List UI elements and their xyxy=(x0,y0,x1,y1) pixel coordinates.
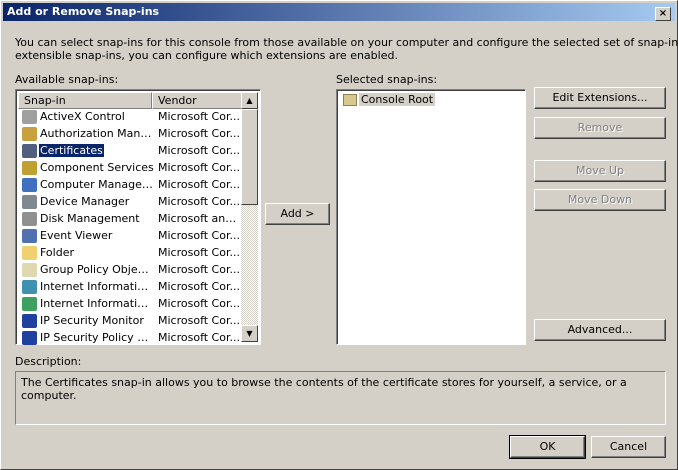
available-label: Available snap-ins: xyxy=(15,73,119,86)
snapin-name: ActiveX Control xyxy=(40,110,125,123)
snapin-vendor: Microsoft Cor... xyxy=(158,314,240,327)
cancel-button[interactable]: Cancel xyxy=(591,436,666,458)
snapin-row[interactable]: Internet Information... Microsoft Cor... xyxy=(18,279,242,296)
remove-button[interactable]: Remove xyxy=(534,117,666,139)
snapin-name: Component Services xyxy=(40,161,154,174)
advanced-button[interactable]: Advanced... xyxy=(534,319,666,341)
move-down-button[interactable]: Move Down xyxy=(534,189,666,211)
component-services-icon xyxy=(22,161,37,175)
snapin-name: Disk Management xyxy=(40,212,140,225)
move-up-button[interactable]: Move Up xyxy=(534,160,666,182)
column-header-vendor[interactable]: Vendor xyxy=(152,92,242,109)
group-policy-icon xyxy=(22,263,37,277)
authorization-icon xyxy=(22,127,37,141)
snapin-row[interactable]: Internet Information... Microsoft Cor... xyxy=(18,296,242,313)
description-box: The Certificates snap-in allows you to b… xyxy=(15,371,666,425)
scroll-up-button[interactable]: ▲ xyxy=(241,92,258,109)
intro-text-line1: You can select snap-ins for this console… xyxy=(15,36,678,49)
console-root-icon xyxy=(343,94,357,106)
snapin-vendor: Microsoft Cor... xyxy=(158,263,240,276)
snapin-vendor: Microsoft Cor... xyxy=(158,280,240,293)
title-bar: Add or Remove Snap-ins × xyxy=(3,3,675,21)
intro-text-line2: extensible snap-ins, you can configure w… xyxy=(15,49,398,62)
scrollbar[interactable]: ▲ ▼ xyxy=(241,92,258,342)
available-snapins-list[interactable]: Snap-in Vendor ActiveX Control Microsoft … xyxy=(15,89,261,345)
device-manager-icon xyxy=(22,195,37,209)
snapin-row[interactable]: Certificates Microsoft Cor... xyxy=(18,143,242,160)
snapin-name: IP Security Policy Ma... xyxy=(40,331,155,344)
snapin-name: Event Viewer xyxy=(40,229,113,242)
dialog-window: Add or Remove Snap-ins × You can select … xyxy=(0,0,678,470)
ip-security-monitor-icon xyxy=(22,314,37,328)
column-header-snapin[interactable]: Snap-in xyxy=(18,92,152,109)
activex-icon xyxy=(22,110,37,124)
snapin-vendor: Microsoft Cor... xyxy=(158,127,240,140)
snapin-row[interactable]: Component Services Microsoft Cor... xyxy=(18,160,242,177)
snapin-name: Authorization Manager xyxy=(40,127,155,140)
add-button[interactable]: Add > xyxy=(265,203,330,225)
snapin-vendor: Microsoft Cor... xyxy=(158,110,240,123)
snapin-name: IP Security Monitor xyxy=(40,314,144,327)
computer-management-icon xyxy=(22,178,37,192)
snapin-vendor: Microsoft Cor... xyxy=(158,178,240,191)
ok-button[interactable]: OK xyxy=(509,435,586,459)
description-label: Description: xyxy=(15,355,82,368)
snapin-vendor: Microsoft Cor... xyxy=(158,144,240,157)
snapin-row[interactable]: Folder Microsoft Cor... xyxy=(18,245,242,262)
event-viewer-icon xyxy=(22,229,37,243)
snapin-vendor: Microsoft Cor... xyxy=(158,161,240,174)
snapin-vendor: Microsoft Cor... xyxy=(158,229,240,242)
ip-security-policy-icon xyxy=(22,331,37,345)
dialog-title: Add or Remove Snap-ins xyxy=(7,5,160,18)
snapin-row[interactable]: ActiveX Control Microsoft Cor... xyxy=(18,109,242,126)
snapin-vendor: Microsoft Cor... xyxy=(158,195,240,208)
snapin-vendor: Microsoft Cor... xyxy=(158,331,240,344)
close-button[interactable]: × xyxy=(655,7,671,21)
snapin-name: Internet Information... xyxy=(40,280,155,293)
snapin-vendor: Microsoft Cor... xyxy=(158,297,240,310)
folder-icon xyxy=(22,246,37,260)
snapin-row[interactable]: Device Manager Microsoft Cor... xyxy=(18,194,242,211)
certificates-icon xyxy=(22,144,37,158)
snapin-row[interactable]: Group Policy Object ... Microsoft Cor... xyxy=(18,262,242,279)
snapin-name: Device Manager xyxy=(40,195,130,208)
iis-icon xyxy=(22,297,37,311)
snapin-name: Computer Managem... xyxy=(40,178,155,191)
disk-management-icon xyxy=(22,212,37,226)
scroll-thumb[interactable] xyxy=(241,109,258,205)
snapin-name: Folder xyxy=(40,246,74,259)
snapin-name: Certificates xyxy=(38,143,105,158)
snapin-name: Internet Information... xyxy=(40,297,155,310)
selected-snapins-list[interactable]: Console Root xyxy=(336,89,526,345)
scroll-down-button[interactable]: ▼ xyxy=(241,325,258,342)
edit-extensions-button[interactable]: Edit Extensions... xyxy=(534,87,666,109)
console-root-item[interactable]: Console Root xyxy=(359,93,436,106)
snapin-vendor: Microsoft and... xyxy=(158,212,242,225)
snapin-name: Group Policy Object ... xyxy=(40,263,155,276)
snapin-row[interactable]: IP Security Monitor Microsoft Cor... xyxy=(18,313,242,330)
snapin-row[interactable]: IP Security Policy Ma... Microsoft Cor... xyxy=(18,330,242,347)
snapin-row[interactable]: Disk Management Microsoft and... xyxy=(18,211,242,228)
snapin-row[interactable]: Computer Managem... Microsoft Cor... xyxy=(18,177,242,194)
snapin-row[interactable]: Event Viewer Microsoft Cor... xyxy=(18,228,242,245)
iis-icon xyxy=(22,280,37,294)
snapin-row[interactable]: Authorization Manager Microsoft Cor... xyxy=(18,126,242,143)
snapin-vendor: Microsoft Cor... xyxy=(158,246,240,259)
selected-label: Selected snap-ins: xyxy=(336,73,438,86)
